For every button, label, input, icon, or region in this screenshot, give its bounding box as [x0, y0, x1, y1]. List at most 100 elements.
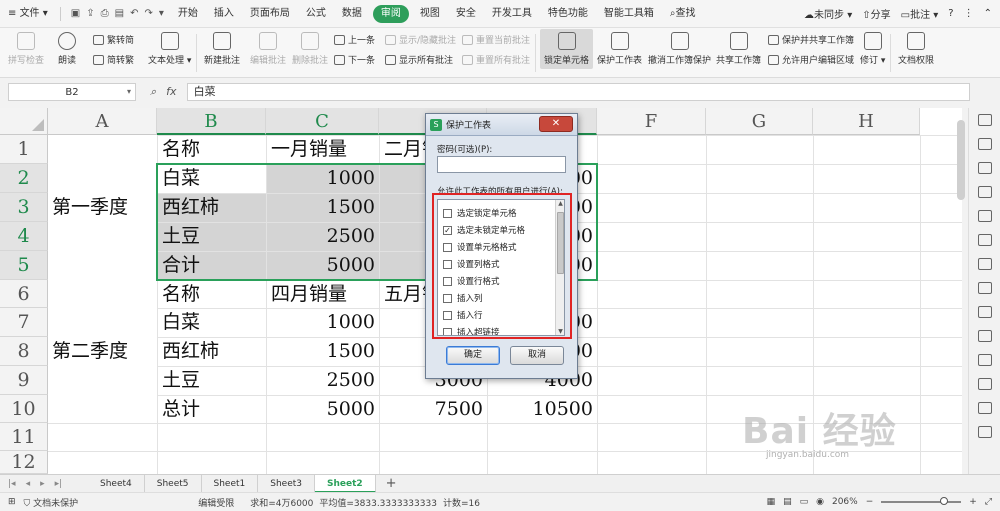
last-sheet-icon[interactable]: ▸| [55, 479, 63, 489]
column-header-c[interactable]: C [266, 108, 379, 135]
tab-view[interactable]: 视图 [412, 0, 448, 28]
header-cell[interactable]: 一月销量 [266, 135, 379, 164]
password-input[interactable] [437, 156, 566, 173]
ok-button[interactable]: 确定 [446, 346, 500, 365]
reset-current-comment-button[interactable]: 重置当前批注 [462, 33, 530, 46]
formula-input[interactable]: 白菜 [186, 83, 970, 101]
prev-comment-button[interactable]: 上一条 [334, 33, 375, 46]
annotate-button[interactable]: ▭批注 ▾ [901, 6, 939, 21]
quarter-label-cell[interactable]: 第二季度 [48, 280, 157, 423]
doc-protection-status[interactable]: ⛉ 文档未保护 [24, 496, 79, 509]
shape-icon[interactable] [978, 162, 992, 174]
archive-icon[interactable] [978, 354, 992, 366]
close-button[interactable]: ✕ [539, 116, 573, 132]
table-cell[interactable]: 2500 [266, 366, 379, 395]
share-workbook-button[interactable]: 共享工作簿 [716, 32, 761, 66]
tab-developer[interactable]: 开发工具 [484, 0, 540, 28]
quarter-label-cell[interactable]: 第一季度 [48, 135, 157, 280]
table-cell[interactable]: 7500 [379, 395, 487, 423]
tab-review[interactable]: 审阅 [372, 4, 409, 23]
sheet-tab-sheet1[interactable]: Sheet1 [202, 474, 259, 493]
tab-special-features[interactable]: 特色功能 [540, 0, 596, 28]
fit-screen-icon[interactable]: ⤢ [985, 497, 992, 507]
collab-icon[interactable] [978, 330, 992, 342]
row-header-10[interactable]: 10 [0, 395, 48, 423]
normal-view-icon[interactable]: ▦ [767, 497, 776, 507]
row-header-11[interactable]: 11 [0, 423, 48, 451]
spellcheck-button[interactable]: 拼写检查 [8, 32, 44, 66]
table-cell[interactable]: 1000 [266, 308, 379, 337]
tab-smart-toolbox[interactable]: 智能工具箱 [596, 0, 662, 28]
save-icon[interactable]: ▣ [71, 8, 80, 19]
select-all-corner[interactable] [0, 108, 48, 135]
next-comment-button[interactable]: 下一条 [334, 53, 375, 66]
pointer-icon[interactable] [978, 114, 992, 126]
name-box[interactable]: B2 ▾ [8, 83, 136, 101]
next-sheet-icon[interactable]: ▸ [40, 479, 45, 489]
prev-sheet-icon[interactable]: ◂ [26, 479, 31, 489]
text-process-button[interactable]: 文本处理 ▾ [148, 32, 191, 66]
row-header-2[interactable]: 2 [0, 164, 48, 193]
backup-icon[interactable] [978, 258, 992, 270]
page-break-icon[interactable]: ▭ [800, 497, 809, 507]
allow-edit-ranges-button[interactable]: 允许用户编辑区域 [768, 53, 854, 66]
row-header-6[interactable]: 6 [0, 280, 48, 308]
add-sheet-button[interactable]: + [376, 476, 407, 491]
row-header-12[interactable]: 12 [0, 451, 48, 474]
customize-icon[interactable]: ▾ [159, 8, 164, 19]
zoom-out-icon[interactable]: − [866, 497, 874, 507]
zoom-icon[interactable]: ⌕ [150, 85, 156, 99]
help-icon[interactable]: ? [948, 8, 953, 19]
table-cell[interactable]: 西红柿 [157, 337, 266, 366]
show-all-comments-button[interactable]: 显示所有批注 [385, 53, 453, 66]
first-sheet-icon[interactable]: |◂ [8, 479, 16, 489]
table-cell[interactable]: 白菜 [157, 308, 266, 337]
table-cell[interactable]: 10500 [487, 395, 597, 423]
sheet-tab-sheet4[interactable]: Sheet4 [88, 474, 145, 493]
row-header-9[interactable]: 9 [0, 366, 48, 395]
unprotect-workbook-button[interactable]: 撤消工作簿保护 [648, 32, 711, 66]
column-header-a[interactable]: A [48, 108, 157, 135]
zoom-slider-knob[interactable] [939, 497, 948, 505]
zoom-level[interactable]: 206% [832, 497, 858, 507]
table-cell[interactable]: 总计 [157, 395, 266, 423]
chart-icon[interactable] [978, 234, 992, 246]
tab-page-layout[interactable]: 页面布局 [242, 0, 298, 28]
header-cell[interactable]: 名称 [157, 135, 266, 164]
redo-icon[interactable]: ↷ [144, 8, 152, 19]
protect-and-share-button[interactable]: 保护并共享工作簿 [768, 33, 854, 46]
table-cell[interactable]: 5000 [266, 395, 379, 423]
style-icon[interactable] [978, 138, 992, 150]
file-menu[interactable]: ≡ 文件 ▾ [0, 0, 56, 28]
edit-comment-button[interactable]: 编辑批注 [250, 32, 286, 66]
vertical-scrollbar[interactable] [957, 120, 965, 200]
table-cell[interactable]: 土豆 [157, 366, 266, 395]
sync-status[interactable]: ☁未同步 ▾ [804, 6, 852, 21]
header-cell[interactable]: 名称 [157, 280, 266, 308]
zoom-in-icon[interactable]: + [969, 497, 977, 507]
protect-sheet-button[interactable]: 保护工作表 [597, 32, 642, 66]
fx-button[interactable]: fx [166, 85, 176, 99]
more-icon[interactable]: ⋮ [964, 8, 974, 19]
column-header-h[interactable]: H [813, 108, 920, 135]
sheet-tab-sheet5[interactable]: Sheet5 [145, 474, 202, 493]
show-hide-comment-button[interactable]: 显示/隐藏批注 [385, 33, 456, 46]
chevron-down-icon[interactable]: ▾ [127, 87, 131, 96]
collapse-ribbon-icon[interactable]: ⌃ [984, 8, 992, 19]
tab-insert[interactable]: 插入 [206, 0, 242, 28]
export-icon[interactable]: ⇪ [86, 8, 94, 19]
row-header-3[interactable]: 3 [0, 193, 48, 222]
tab-formulas[interactable]: 公式 [298, 0, 334, 28]
share-panel-icon[interactable] [978, 282, 992, 294]
doc-permissions-button[interactable]: 文档权限 [898, 32, 934, 66]
preview-icon[interactable]: ▤ [115, 8, 124, 19]
macro-icon[interactable]: ⊞ [8, 497, 16, 507]
sheet-tab-sheet2[interactable]: Sheet2 [315, 474, 376, 493]
settings-icon[interactable] [978, 402, 992, 414]
row-header-4[interactable]: 4 [0, 222, 48, 251]
table-icon[interactable] [978, 210, 992, 222]
read-aloud-button[interactable]: 朗读 [58, 32, 76, 66]
lock-cell-button[interactable]: 锁定单元格 [540, 29, 594, 69]
table-cell[interactable]: 1500 [266, 337, 379, 366]
property-icon[interactable] [978, 186, 992, 198]
